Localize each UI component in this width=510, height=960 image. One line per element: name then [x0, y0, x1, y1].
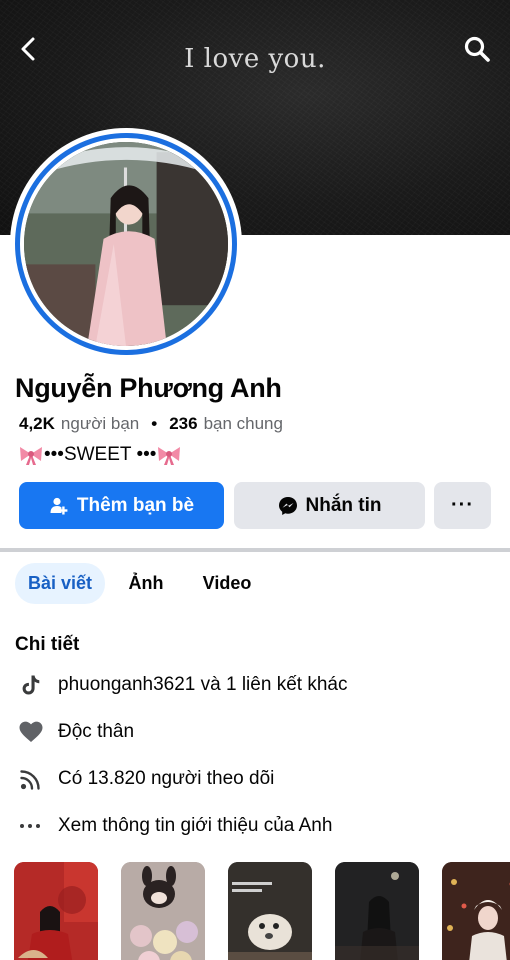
detail-tiktok-text: phuonganh3621 và 1 liên kết khác	[58, 674, 348, 695]
see-about-info-link[interactable]: Xem thông tin giới thiệu của Anh	[18, 813, 332, 839]
add-friend-label: Thêm bạn bè	[76, 494, 195, 516]
pink-bow-icon	[20, 447, 42, 465]
avatar-photo	[24, 142, 228, 346]
detail-followers[interactable]: Có 13.820 người theo dõi	[18, 766, 274, 792]
pink-bow-icon	[158, 447, 181, 465]
message-button[interactable]: Nhắn tin	[234, 482, 425, 529]
chevron-left-icon	[21, 37, 35, 61]
tab-posts[interactable]: Bài viết	[15, 563, 105, 604]
more-dots-icon	[18, 813, 44, 839]
stats-separator: •	[151, 414, 158, 433]
mutual-friends-count: 236	[169, 414, 198, 433]
messenger-icon	[278, 496, 297, 515]
profile-avatar[interactable]	[10, 128, 242, 360]
add-friend-icon	[50, 497, 68, 514]
detail-relationship: Độc thân	[18, 719, 134, 745]
details-title: Chi tiết	[15, 634, 80, 655]
cover-text: I love you.	[184, 44, 326, 74]
tab-photos[interactable]: Ảnh	[118, 563, 174, 604]
more-dots-icon: ···	[451, 494, 474, 516]
tab-videos[interactable]: Video	[192, 563, 262, 604]
message-label: Nhắn tin	[305, 494, 382, 516]
featured-photo[interactable]	[14, 862, 98, 960]
friends-count: 4,2K	[19, 414, 55, 433]
profile-name: Nguyễn Phương Anh	[15, 373, 282, 403]
mutual-friends-label: bạn chung	[203, 414, 283, 433]
featured-photo[interactable]	[121, 862, 205, 960]
detail-followers-text: Có 13.820 người theo dõi	[58, 768, 275, 789]
section-divider	[0, 548, 510, 552]
detail-tiktok[interactable]: phuonganh3621 và 1 liên kết khác	[18, 672, 347, 698]
search-icon	[464, 36, 490, 62]
tiktok-icon	[18, 672, 44, 698]
bio-text: •••SWEET •••	[44, 444, 157, 465]
featured-photo[interactable]	[335, 862, 419, 960]
add-friend-button[interactable]: Thêm bạn bè	[19, 482, 224, 529]
friend-stats[interactable]: 4,2K người bạn • 236 bạn chung	[19, 414, 283, 434]
rss-feed-icon	[18, 766, 44, 792]
profile-bio: •••SWEET •••	[18, 444, 182, 466]
search-button[interactable]	[462, 34, 492, 64]
see-about-info-text: Xem thông tin giới thiệu của Anh	[58, 815, 333, 836]
more-options-button[interactable]: ···	[434, 482, 491, 529]
friends-label: người bạn	[60, 414, 140, 433]
detail-relationship-text: Độc thân	[58, 721, 135, 742]
heart-icon	[18, 719, 44, 745]
featured-photo[interactable]	[228, 862, 312, 960]
featured-photo[interactable]	[442, 862, 510, 960]
avatar-story-ring	[15, 133, 237, 355]
back-button[interactable]	[14, 34, 44, 64]
